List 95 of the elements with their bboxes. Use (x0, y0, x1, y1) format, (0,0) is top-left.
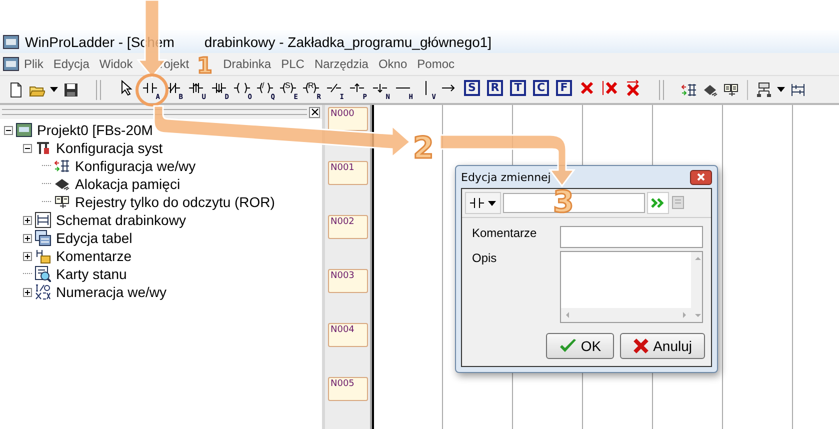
vertical-scrollbar[interactable] (691, 252, 702, 322)
chip-icon (54, 176, 70, 192)
tree-item[interactable]: Konfiguracja we/wy (73, 158, 198, 174)
menu-item[interactable]: Plik (19, 57, 48, 71)
tree-item[interactable]: Konfiguracja syst (54, 140, 165, 156)
dialog-title: Edycja zmiennej (461, 170, 551, 184)
callout-circle (136, 74, 168, 106)
coil-icon (257, 82, 273, 94)
arrow-icon (442, 84, 456, 92)
app-icon (3, 34, 19, 48)
step-number: 1 (197, 54, 212, 79)
expand-icon[interactable] (23, 234, 32, 242)
new-file-icon (8, 82, 24, 98)
go-button[interactable] (647, 192, 669, 214)
contact-icon (143, 82, 157, 94)
cross-icon (633, 338, 650, 354)
contact-type-dropdown[interactable] (465, 192, 501, 214)
menu-item[interactable]: Edycja (48, 57, 94, 71)
rung-label[interactable]: N001 (328, 161, 368, 185)
rung-label[interactable]: N000 (328, 107, 368, 131)
rung-label[interactable]: N002 (328, 215, 368, 239)
window-title: drabinkowy - Zakładka_programu_głównego1] (204, 34, 492, 50)
contact-icon (189, 82, 203, 94)
contact-icon (212, 82, 226, 94)
panel-grip[interactable] (2, 109, 307, 115)
book-icon (54, 194, 70, 210)
io-numbering-icon (35, 284, 51, 300)
ladder-tool-button[interactable]: F (553, 78, 575, 102)
table-icon (35, 230, 51, 246)
tree-item[interactable]: Schemat drabinkowy (54, 212, 188, 228)
rung-line-icon (327, 82, 341, 94)
ladder-diagram-icon (35, 212, 51, 228)
io-config-icon (54, 158, 70, 174)
tree-item[interactable]: Edycja tabel (54, 230, 134, 246)
dropdown-arrow-icon (50, 87, 58, 92)
menu-item[interactable]: Pomoc (412, 57, 460, 71)
tree-item[interactable]: Rejestry tylko do odczytu (ROR) (73, 194, 277, 210)
close-panel-button[interactable] (309, 106, 320, 118)
ladder-tool-button[interactable]: T (507, 78, 529, 102)
cancel-button[interactable]: Anuluj (620, 333, 705, 359)
collapse-icon[interactable] (23, 144, 32, 152)
coil-icon (303, 82, 319, 94)
menu-item[interactable]: Narzędzia (309, 57, 374, 71)
field-label: Komentarze (472, 226, 538, 242)
ladder-diagram-icon (790, 82, 806, 98)
comment-field[interactable] (560, 226, 703, 248)
io-config-icon (681, 82, 697, 98)
menu-item[interactable]: rojekt (138, 57, 194, 71)
ladder-tool-button[interactable]: S (461, 78, 483, 102)
delete-icon (580, 80, 594, 94)
tools-icon (35, 140, 51, 156)
delete-column-icon (602, 80, 618, 94)
tree-item[interactable]: Karty stanu (54, 266, 129, 282)
menu-item[interactable]: Widok (94, 57, 138, 71)
comments-icon (35, 248, 51, 264)
close-button[interactable] (690, 170, 712, 184)
tree-item[interactable]: Numeracja we/wy (54, 284, 168, 300)
dropdown-arrow-icon (777, 87, 785, 92)
coil-icon (280, 82, 296, 94)
contact-icon (166, 82, 180, 94)
dropdown-arrow-icon (488, 200, 496, 206)
hierarchy-icon (756, 82, 772, 98)
rung-label[interactable]: N004 (328, 323, 368, 347)
tree-item[interactable]: Alokacja pamięci (73, 176, 182, 192)
ok-button[interactable]: OK (546, 333, 614, 359)
collapse-icon[interactable] (4, 126, 13, 134)
step-number: 2 (413, 131, 434, 166)
tree-item[interactable]: Projekt0 [FBs-20M (35, 122, 155, 138)
expand-icon[interactable] (23, 252, 32, 260)
rung-line-icon (350, 82, 364, 94)
magnifier-icon (35, 266, 51, 282)
rung-label[interactable]: N003 (328, 269, 368, 293)
double-chevron-icon (651, 197, 665, 209)
description-field[interactable] (560, 251, 703, 323)
contact-icon (470, 197, 484, 209)
close-icon (310, 108, 318, 116)
delete-row-icon (626, 80, 640, 96)
close-icon (697, 173, 705, 181)
expand-icon[interactable] (23, 288, 32, 296)
checkmark-icon (558, 338, 577, 354)
menu-item[interactable]: Drabinka (218, 57, 276, 71)
expand-icon[interactable] (23, 216, 32, 224)
book-icon (723, 82, 739, 98)
menu-item[interactable]: Okno (373, 57, 412, 71)
vertical-line-icon (424, 80, 428, 94)
tree-item[interactable]: Komentarze (54, 248, 134, 264)
pointer-icon (121, 80, 133, 96)
device-icon (16, 122, 32, 138)
step-number: 3 (553, 185, 574, 220)
menu-item[interactable]: PLC (276, 57, 310, 71)
rung-label[interactable]: N005 (328, 377, 368, 401)
app-icon[interactable] (3, 57, 19, 71)
field-label: Opis (472, 251, 498, 267)
coil-icon (234, 82, 250, 94)
rung-line-icon (373, 82, 387, 94)
